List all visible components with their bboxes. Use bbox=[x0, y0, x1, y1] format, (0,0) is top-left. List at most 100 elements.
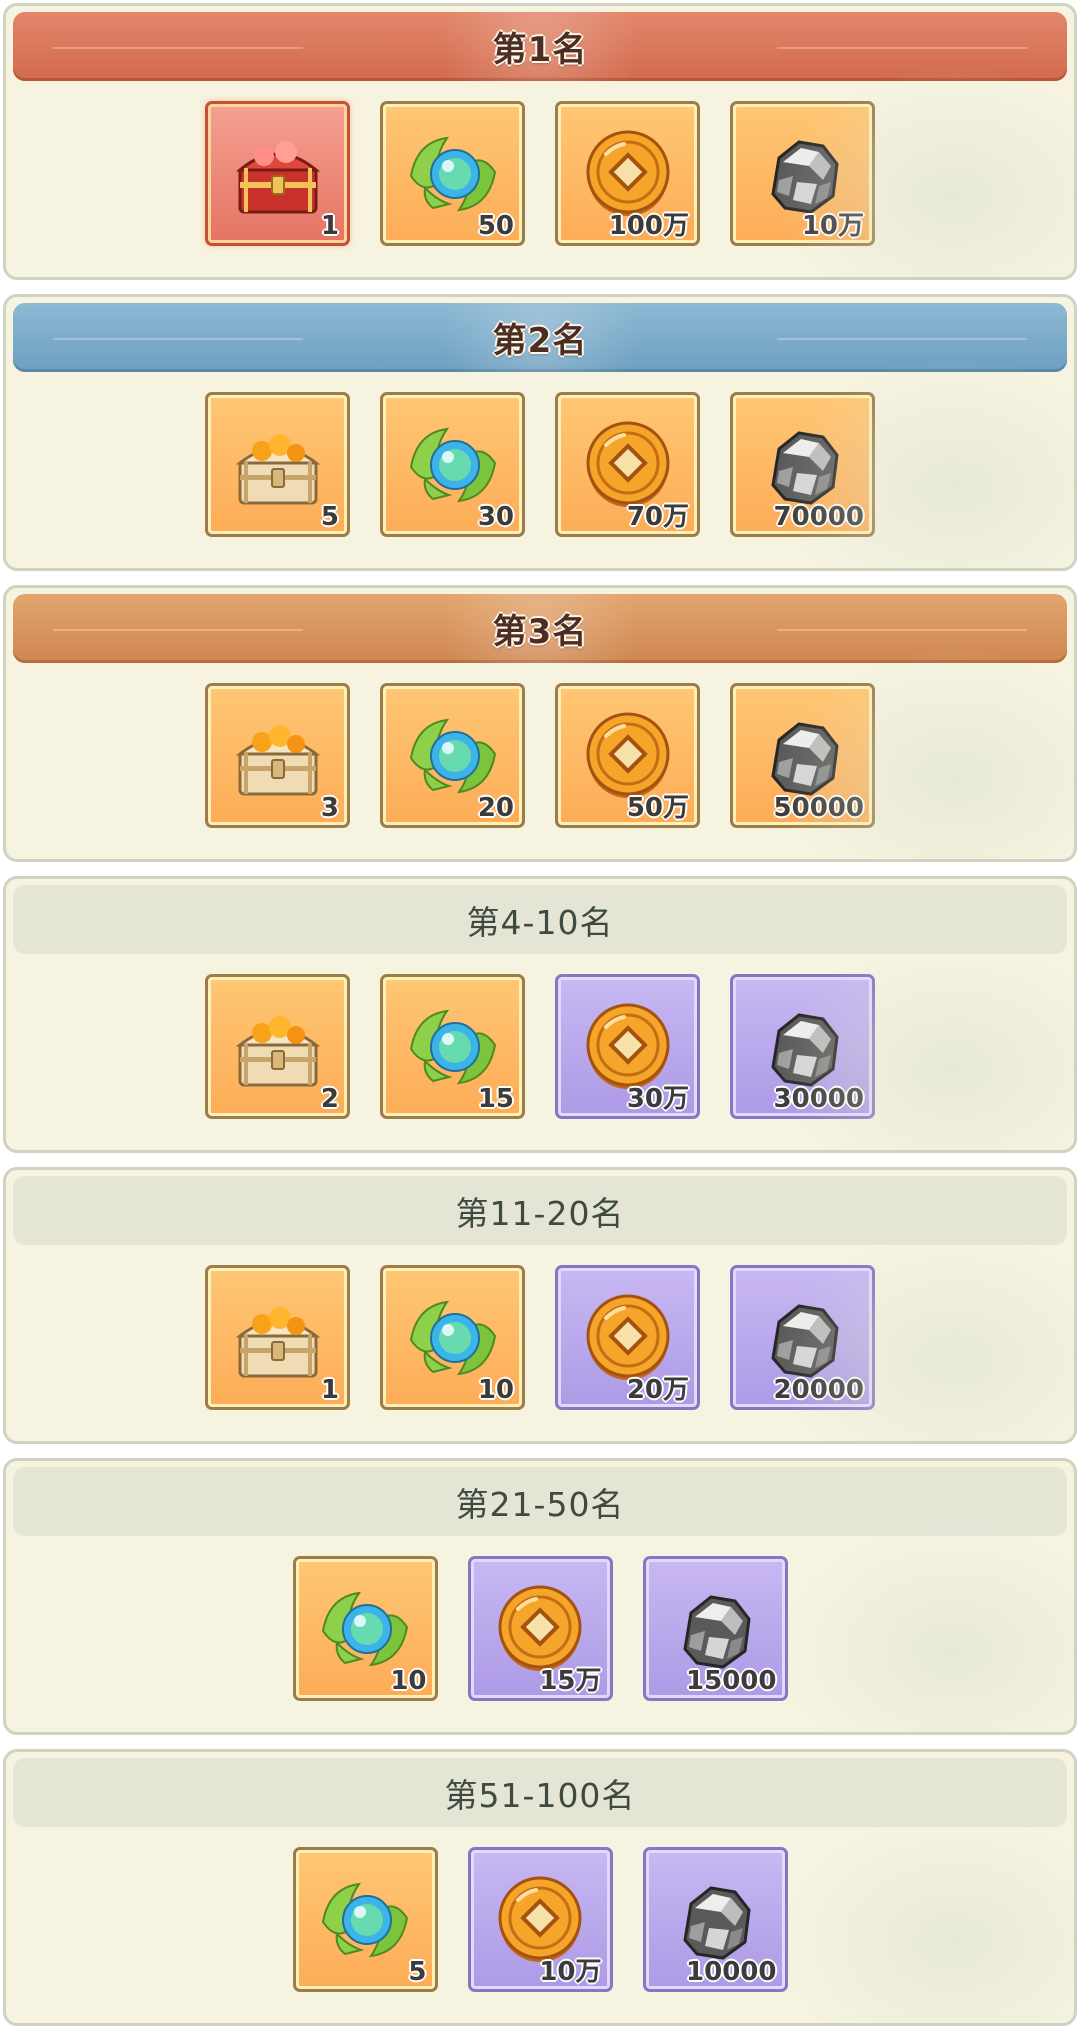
reward-item-slot[interactable]: 20万 bbox=[555, 1265, 700, 1410]
item-count: 20000 bbox=[773, 1375, 864, 1405]
item-count: 15000 bbox=[686, 1666, 777, 1696]
iron-ore-icon bbox=[665, 1870, 765, 1970]
reward-item-slot[interactable]: 5 bbox=[205, 392, 350, 537]
gold-treasure-chest-icon bbox=[228, 1288, 328, 1388]
header-ornament-line bbox=[53, 46, 303, 49]
reward-item-slot[interactable]: 3 bbox=[205, 683, 350, 828]
item-count: 3 bbox=[320, 793, 339, 823]
reward-tier-panel: 第1名 1 50 100万 10万 bbox=[3, 3, 1077, 280]
item-count: 20 bbox=[477, 793, 514, 823]
copper-coin-icon bbox=[578, 415, 678, 515]
reward-item-slot[interactable]: 15万 bbox=[467, 1556, 613, 1701]
reward-item-slot[interactable]: 20000 bbox=[730, 1265, 875, 1410]
item-count: 50 bbox=[477, 211, 514, 241]
item-count: 10 bbox=[390, 1666, 427, 1696]
leaf-orb-icon bbox=[403, 997, 503, 1097]
iron-ore-icon bbox=[753, 124, 853, 224]
reward-item-slot[interactable]: 1 bbox=[205, 1265, 350, 1410]
reward-item-slot[interactable]: 15000 bbox=[642, 1556, 788, 1701]
item-count: 100万 bbox=[608, 211, 689, 241]
leaf-orb-icon bbox=[315, 1870, 415, 1970]
reward-item-slot[interactable]: 2 bbox=[205, 974, 350, 1119]
reward-item-slot[interactable]: 15 bbox=[380, 974, 525, 1119]
gold-treasure-chest-icon bbox=[228, 415, 328, 515]
tier-title: 第1名 bbox=[492, 30, 588, 70]
reward-tier-panel: 第11-20名 1 10 20万 20000 bbox=[3, 1167, 1077, 1444]
header-ornament-line bbox=[777, 337, 1027, 340]
copper-coin-icon bbox=[490, 1579, 590, 1679]
reward-item-slot[interactable]: 70万 bbox=[555, 392, 700, 537]
item-count: 10万 bbox=[801, 211, 864, 241]
reward-tier-panel: 第21-50名 10 15万 15000 bbox=[3, 1458, 1077, 1735]
item-count: 70万 bbox=[626, 502, 689, 532]
reward-item-slot[interactable]: 10万 bbox=[467, 1847, 613, 1992]
copper-coin-icon bbox=[490, 1870, 590, 1970]
gold-treasure-chest-icon bbox=[228, 997, 328, 1097]
item-count: 15万 bbox=[539, 1666, 602, 1696]
leaf-orb-icon bbox=[403, 124, 503, 224]
reward-tier-panel: 第4-10名 2 15 30万 30000 bbox=[3, 876, 1077, 1153]
item-count: 10000 bbox=[686, 1957, 777, 1987]
item-count: 50万 bbox=[626, 793, 689, 823]
header-ornament-line bbox=[53, 337, 303, 340]
tier-title: 第51-100名 bbox=[444, 1775, 636, 1815]
item-count: 50000 bbox=[773, 793, 864, 823]
reward-item-slot[interactable]: 30 bbox=[380, 392, 525, 537]
item-count: 20万 bbox=[626, 1375, 689, 1405]
item-count: 2 bbox=[320, 1084, 339, 1114]
reward-item-slot[interactable]: 10万 bbox=[730, 101, 875, 246]
reward-item-slot[interactable]: 1 bbox=[205, 101, 350, 246]
header-ornament-line bbox=[53, 628, 303, 631]
tier-title: 第2名 bbox=[492, 321, 588, 361]
reward-item-slot[interactable]: 10 bbox=[292, 1556, 438, 1701]
copper-coin-icon bbox=[578, 124, 678, 224]
reward-item-slot[interactable]: 50000 bbox=[730, 683, 875, 828]
reward-item-slot[interactable]: 10 bbox=[380, 1265, 525, 1410]
tier-header: 第1名 bbox=[13, 12, 1067, 81]
tier-header: 第11-20名 bbox=[13, 1176, 1067, 1245]
iron-ore-icon bbox=[665, 1579, 765, 1679]
reward-tier-panel: 第51-100名 5 10万 10000 bbox=[3, 1749, 1077, 2026]
tier-header: 第3名 bbox=[13, 594, 1067, 663]
red-treasure-chest-icon bbox=[228, 124, 328, 224]
tier-header: 第51-100名 bbox=[13, 1758, 1067, 1827]
reward-item-slot[interactable]: 20 bbox=[380, 683, 525, 828]
reward-item-row: 1 50 100万 10万 bbox=[6, 101, 1074, 246]
tier-header: 第4-10名 bbox=[13, 885, 1067, 954]
reward-item-slot[interactable]: 50万 bbox=[555, 683, 700, 828]
tier-title: 第11-20名 bbox=[455, 1193, 625, 1233]
iron-ore-icon bbox=[753, 997, 853, 1097]
reward-item-slot[interactable]: 10000 bbox=[642, 1847, 788, 1992]
tier-header: 第21-50名 bbox=[13, 1467, 1067, 1536]
gold-treasure-chest-icon bbox=[228, 706, 328, 806]
copper-coin-icon bbox=[578, 706, 678, 806]
reward-item-slot[interactable]: 70000 bbox=[730, 392, 875, 537]
header-ornament-line bbox=[777, 628, 1027, 631]
reward-item-slot[interactable]: 100万 bbox=[555, 101, 700, 246]
item-count: 30000 bbox=[773, 1084, 864, 1114]
item-count: 30万 bbox=[626, 1084, 689, 1114]
leaf-orb-icon bbox=[403, 415, 503, 515]
reward-item-slot[interactable]: 30000 bbox=[730, 974, 875, 1119]
reward-item-row: 10 15万 15000 bbox=[6, 1556, 1074, 1701]
reward-item-row: 5 30 70万 70000 bbox=[6, 392, 1074, 537]
reward-item-slot[interactable]: 50 bbox=[380, 101, 525, 246]
iron-ore-icon bbox=[753, 706, 853, 806]
item-count: 1 bbox=[320, 211, 339, 241]
item-count: 15 bbox=[477, 1084, 514, 1114]
tier-title: 第21-50名 bbox=[455, 1484, 625, 1524]
item-count: 10 bbox=[477, 1375, 514, 1405]
iron-ore-icon bbox=[753, 1288, 853, 1388]
leaf-orb-icon bbox=[315, 1579, 415, 1679]
tier-header: 第2名 bbox=[13, 303, 1067, 372]
item-count: 5 bbox=[320, 502, 339, 532]
tier-title: 第4-10名 bbox=[466, 902, 614, 942]
tier-title: 第3名 bbox=[492, 612, 588, 652]
item-count: 10万 bbox=[539, 1957, 602, 1987]
leaf-orb-icon bbox=[403, 1288, 503, 1388]
item-count: 5 bbox=[408, 1957, 427, 1987]
iron-ore-icon bbox=[753, 415, 853, 515]
reward-item-slot[interactable]: 30万 bbox=[555, 974, 700, 1119]
reward-item-slot[interactable]: 5 bbox=[292, 1847, 438, 1992]
reward-item-row: 2 15 30万 30000 bbox=[6, 974, 1074, 1119]
